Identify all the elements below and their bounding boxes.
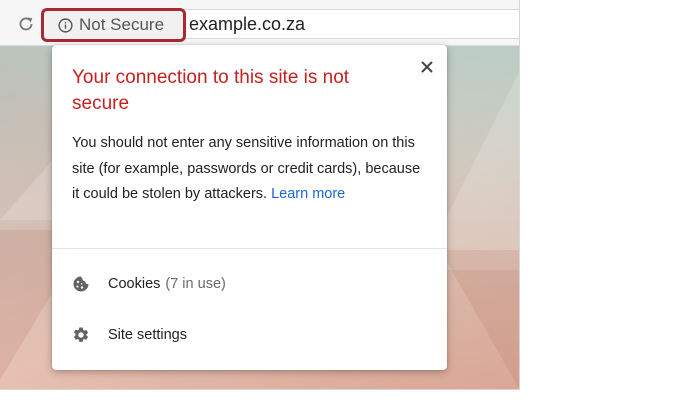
close-icon xyxy=(421,61,433,73)
popup-body: You should not enter any sensitive infor… xyxy=(72,131,430,208)
popup-title: Your connection to this site is not secu… xyxy=(72,67,350,114)
url-text[interactable]: example.co.za xyxy=(189,14,305,35)
site-info-popup: Your connection to this site is not secu… xyxy=(52,45,447,370)
cookies-row[interactable]: Cookies (7 in use) xyxy=(52,264,447,304)
cookies-label: Cookies xyxy=(108,276,161,292)
cookie-icon xyxy=(73,276,89,292)
learn-more-link[interactable]: Learn more xyxy=(271,186,345,202)
security-indicator-button[interactable]: Not Secure xyxy=(41,8,186,42)
browser-toolbar: Not Secure example.co.za xyxy=(0,0,519,46)
reload-icon[interactable] xyxy=(17,15,35,33)
cookies-count: (7 in use) xyxy=(165,276,226,292)
security-label: Not Secure xyxy=(79,15,165,34)
close-button[interactable] xyxy=(417,57,437,77)
divider xyxy=(52,248,447,249)
site-settings-label: Site settings xyxy=(108,327,187,343)
site-settings-row[interactable]: Site settings xyxy=(52,315,447,355)
gear-icon xyxy=(73,327,89,342)
background-shard xyxy=(440,250,519,389)
info-icon xyxy=(58,17,73,33)
warning-text: You should not enter any sensitive infor… xyxy=(72,135,421,202)
browser-window: Not Secure example.co.za Your connection… xyxy=(0,0,520,390)
